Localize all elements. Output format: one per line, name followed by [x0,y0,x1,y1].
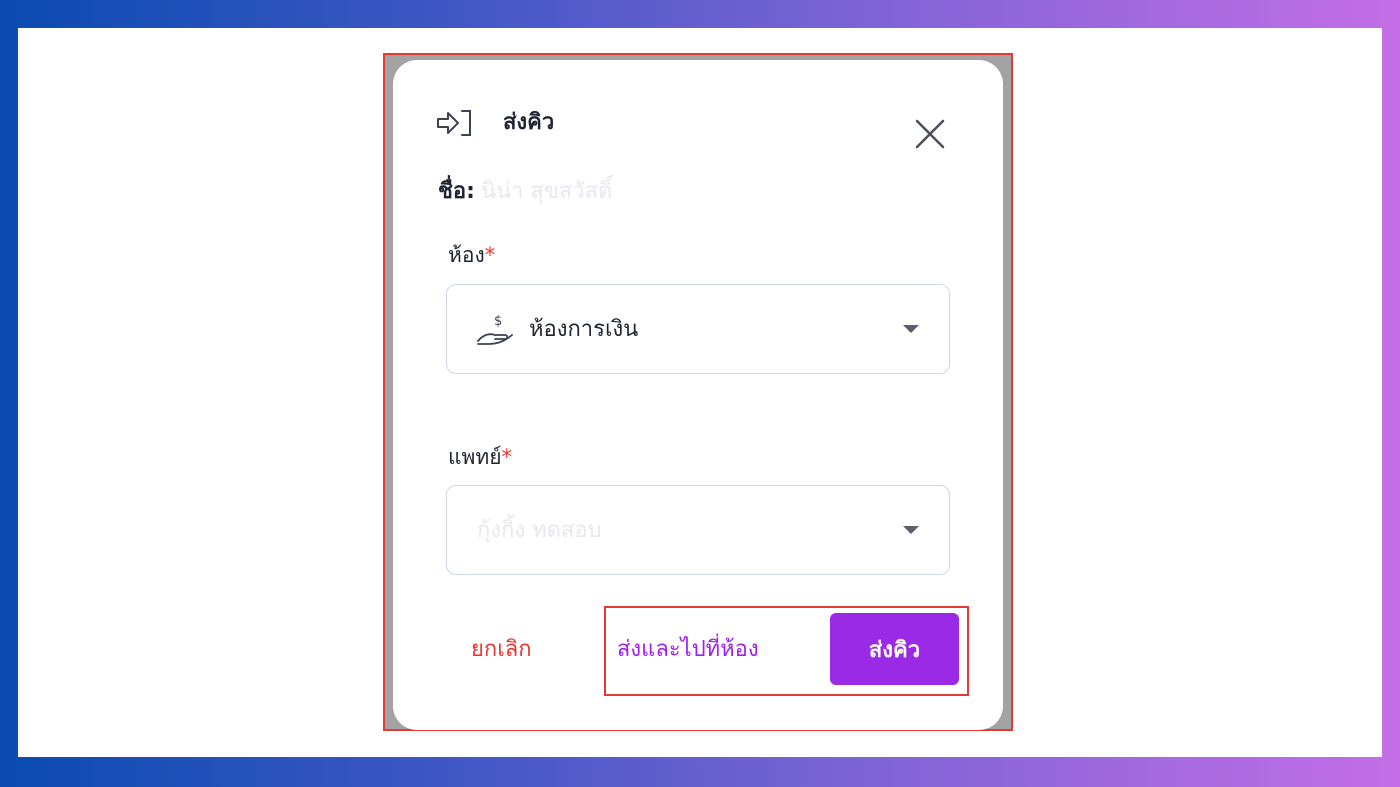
close-button[interactable] [912,116,948,152]
login-arrow-icon [436,108,476,138]
doctor-label-text: แพทย์ [448,445,502,469]
room-select[interactable]: $ ห้องการเงิน [446,284,950,374]
doctor-select[interactable]: กุ้งกิ้ง ทดสอบ [446,485,950,575]
chevron-down-icon [903,526,919,534]
send-and-go-to-room-button[interactable]: ส่งและไปที่ห้อง [617,632,759,668]
hand-money-icon: $ [475,313,515,347]
room-field-label: ห้อง* [448,240,495,270]
room-selected-value: ห้องการเงิน [529,317,639,342]
patient-name-value: นิน่า สุขสวัสดิ์ [480,179,613,204]
chevron-down-icon [903,325,919,333]
required-mark: * [501,445,513,469]
cancel-button[interactable]: ยกเลิก [471,632,532,668]
patient-name-label: ชื่อ: [438,179,475,204]
svg-text:$: $ [494,314,502,329]
doctor-field-label: แพทย์* [448,442,512,472]
required-mark: * [484,243,496,267]
room-label-text: ห้อง [448,243,485,267]
doctor-selected-value: กุ้งกิ้ง ทดสอบ [477,518,602,543]
close-icon [915,119,945,149]
patient-name-row: ชื่อ: นิน่า สุขสวัสดิ์ [438,176,612,208]
modal-title: ส่งคิว [503,110,555,135]
send-queue-button[interactable]: ส่งคิว [830,613,959,685]
